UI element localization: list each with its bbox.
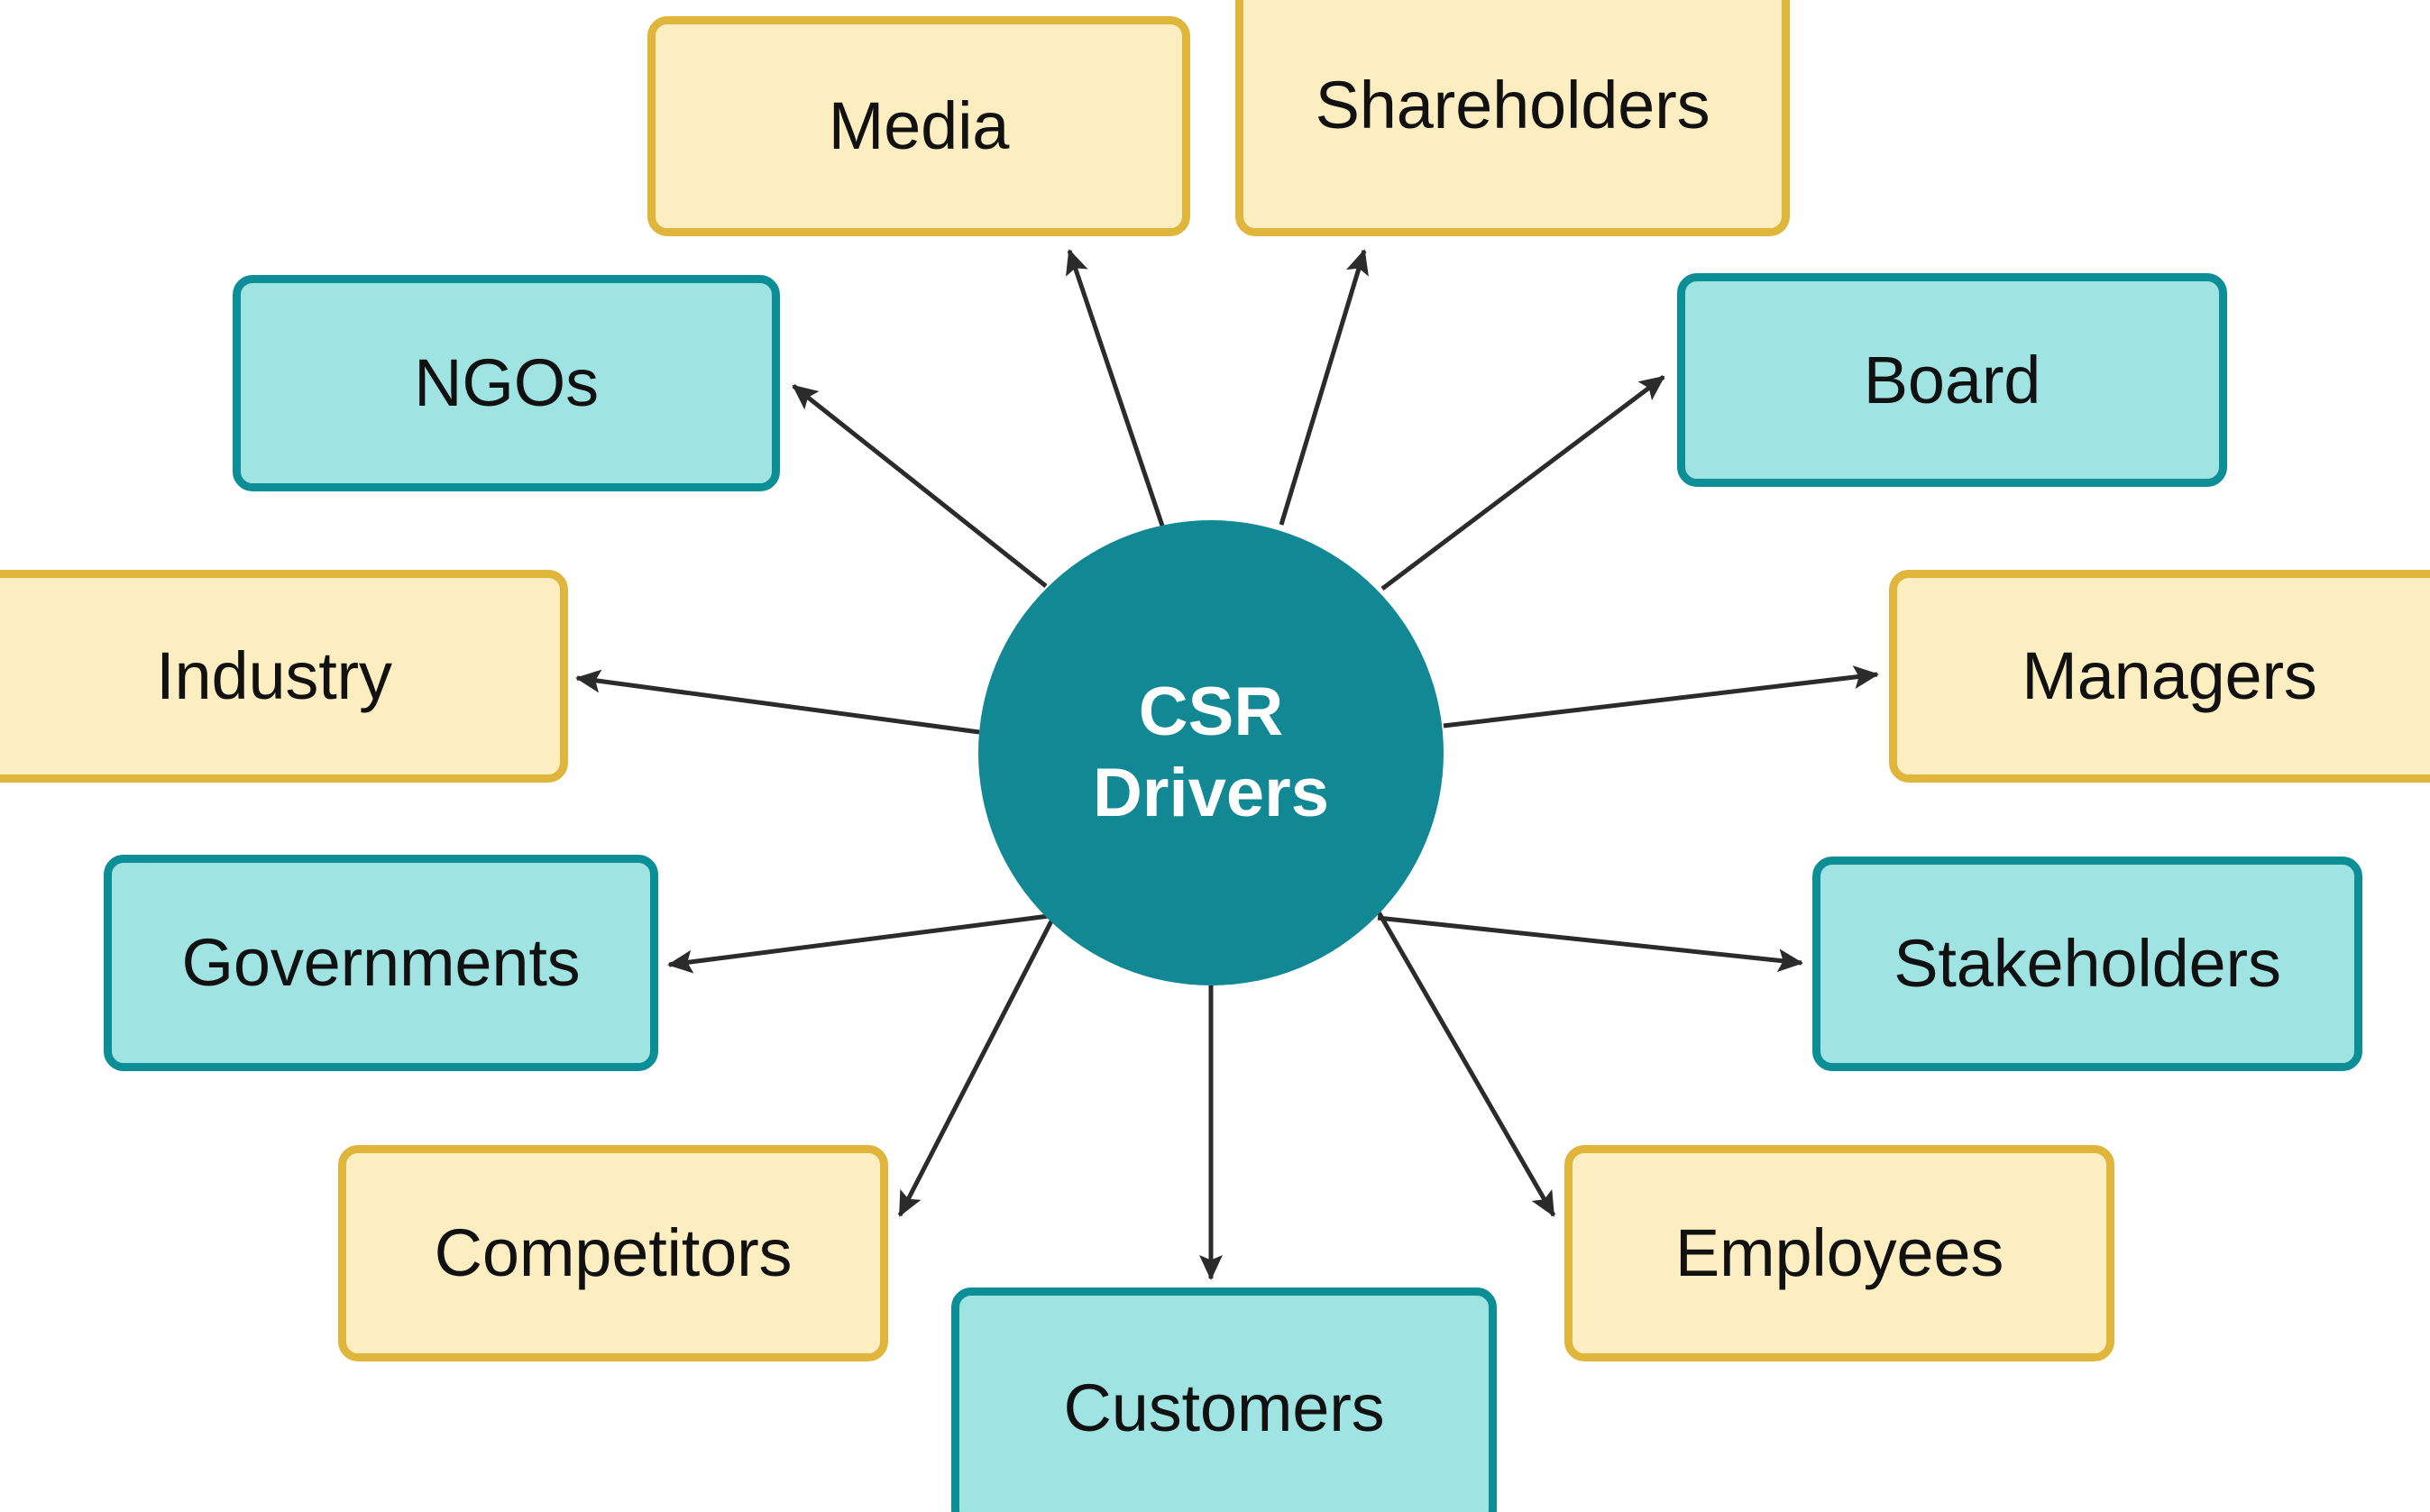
node-label-ngos: NGOs [414, 345, 599, 421]
node-label-employees: Employees [1674, 1215, 2004, 1291]
node-customers[interactable]: Customers [951, 1287, 1497, 1512]
center-node-csr-drivers[interactable]: CSR Drivers [978, 520, 1444, 985]
node-shareholders[interactable]: Shareholders [1235, 0, 1790, 236]
edge-center-to-industry [575, 669, 980, 735]
edge-center-to-employees [1375, 909, 1556, 1217]
node-media[interactable]: Media [647, 16, 1190, 236]
node-label-competitors: Competitors [434, 1215, 793, 1291]
node-label-governments: Governments [181, 925, 581, 1001]
edge-center-to-media [1066, 249, 1165, 527]
node-ngos[interactable]: NGOs [233, 275, 780, 491]
node-board[interactable]: Board [1677, 273, 2227, 487]
node-competitors[interactable]: Competitors [338, 1145, 888, 1361]
node-governments[interactable]: Governments [104, 855, 658, 1071]
node-stakeholders[interactable]: Stakeholders [1812, 857, 2362, 1071]
edge-center-to-managers [1443, 665, 1879, 729]
edge-center-to-competitors [897, 909, 1059, 1217]
edge-center-to-shareholders [1279, 249, 1369, 526]
node-label-managers: Managers [2022, 638, 2317, 714]
node-label-customers: Customers [1063, 1370, 1385, 1446]
edge-center-to-ngos [792, 384, 1048, 588]
node-label-media: Media [828, 88, 1010, 164]
edge-center-to-governments [667, 913, 1050, 974]
center-node-label: CSR Drivers [1093, 674, 1329, 831]
diagram-canvas: CSR Drivers Media Shareholders NGOs Board In… [0, 0, 2430, 1512]
node-managers[interactable]: Managers [1889, 570, 2430, 783]
node-label-shareholders: Shareholders [1315, 68, 1710, 143]
edge-center-to-board [1380, 375, 1665, 591]
node-label-industry: Industry [156, 638, 392, 714]
node-employees[interactable]: Employees [1564, 1145, 2114, 1361]
edge-center-to-stakeholders [1377, 915, 1803, 973]
node-label-stakeholders: Stakeholders [1894, 926, 2281, 1002]
node-industry[interactable]: Industry [0, 570, 568, 783]
node-label-board: Board [1863, 342, 2041, 417]
